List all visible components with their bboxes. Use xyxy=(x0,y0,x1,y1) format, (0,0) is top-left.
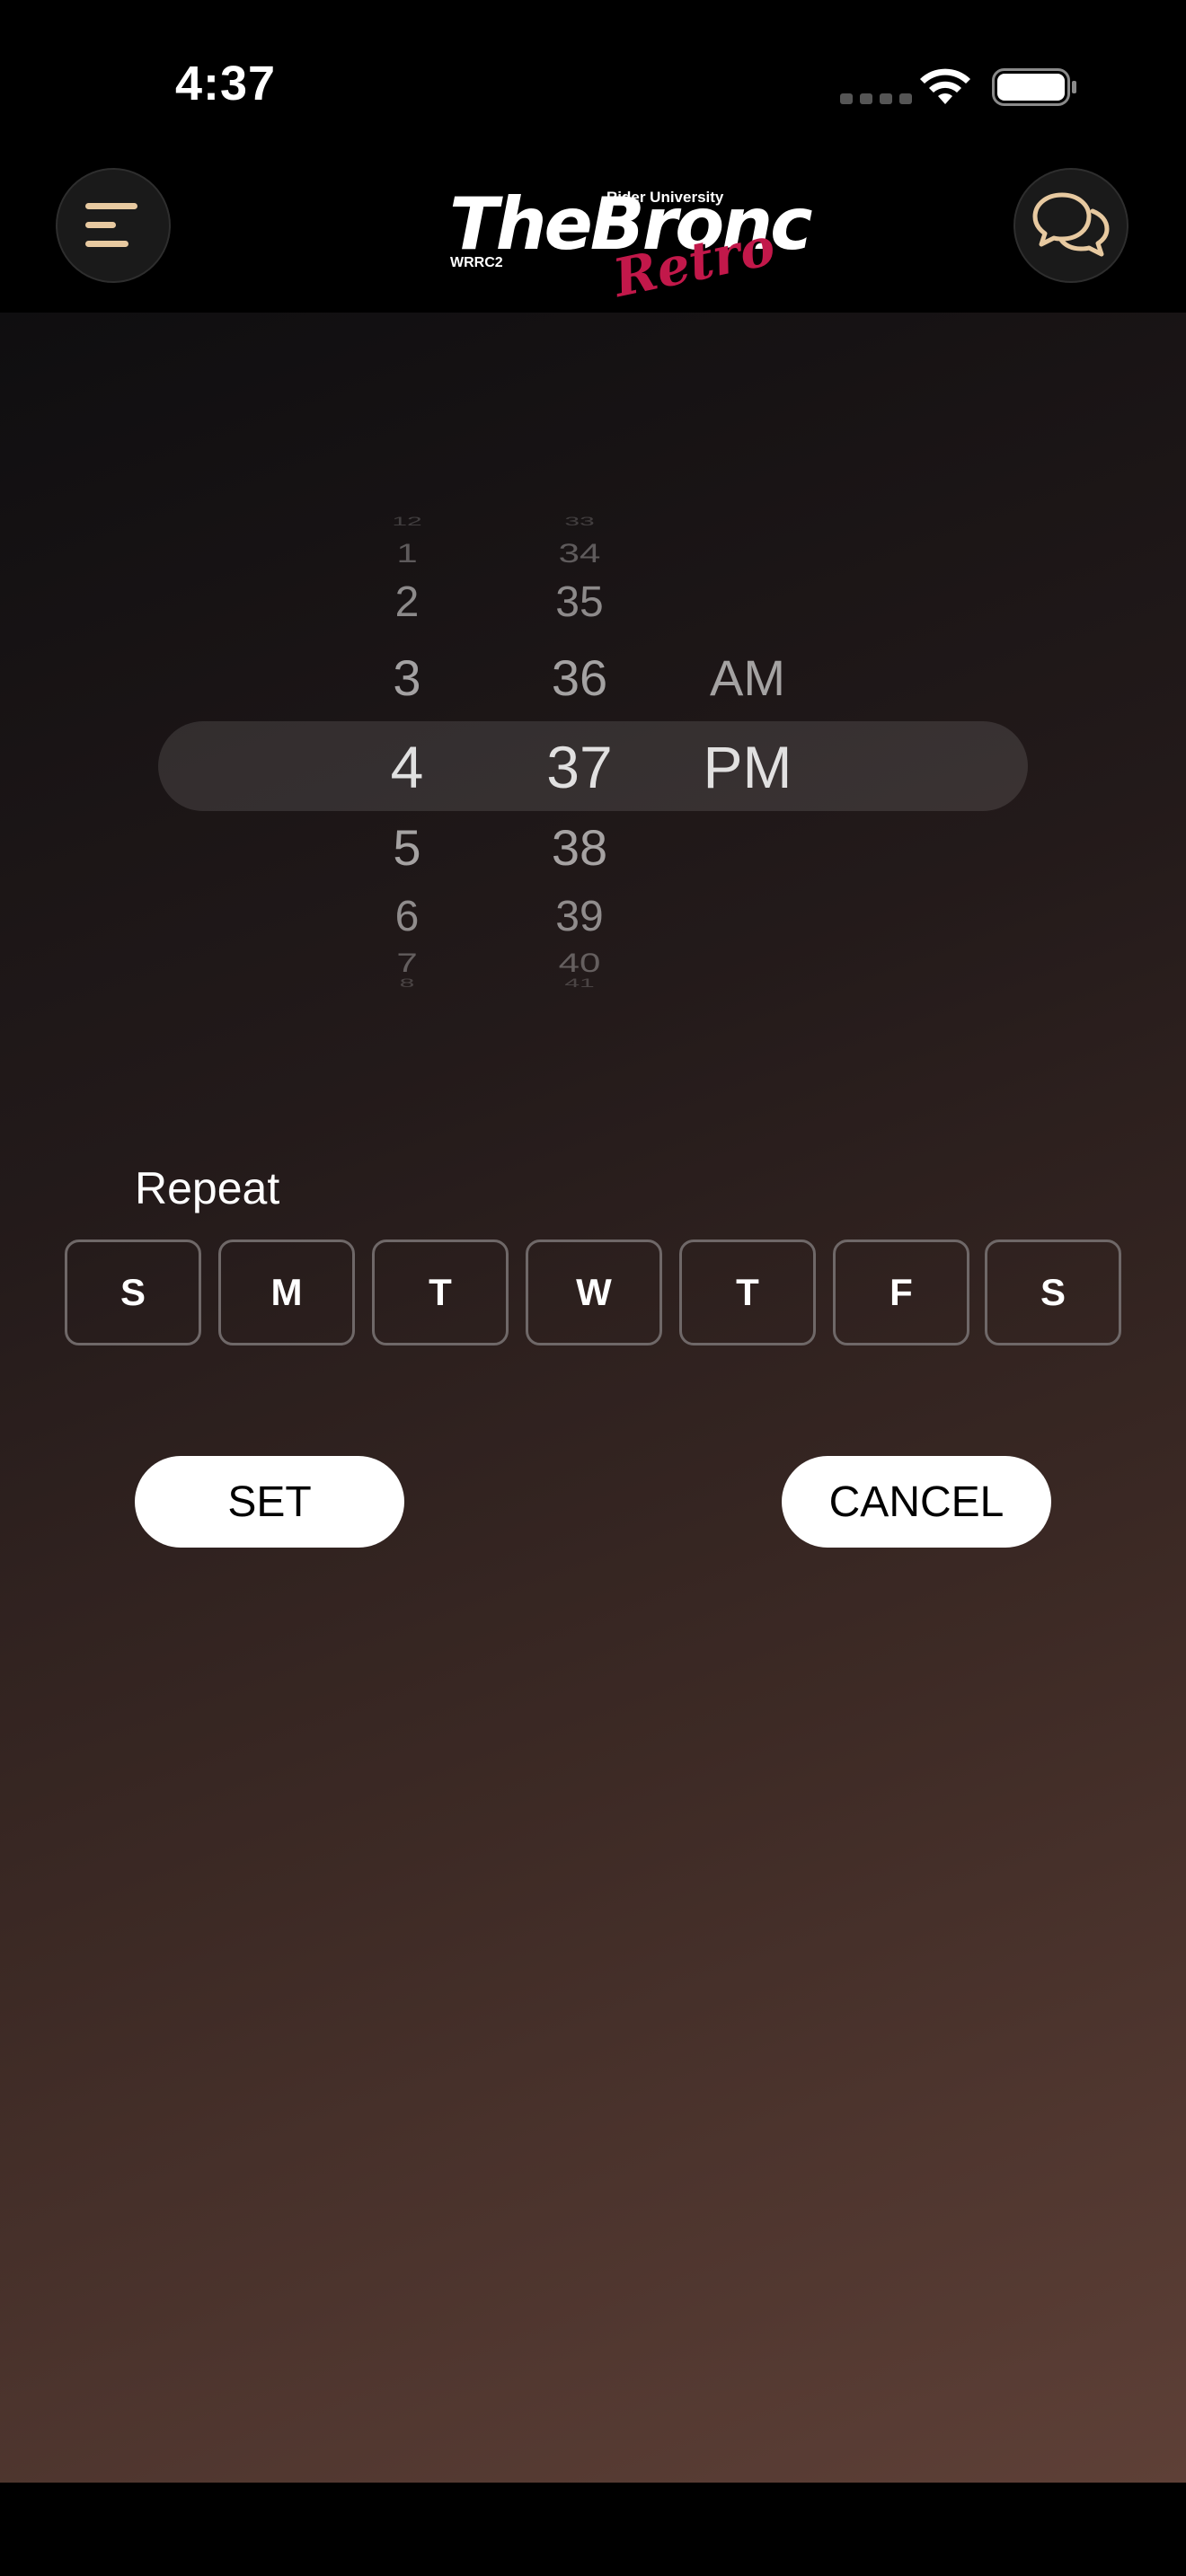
main-content: 12 1 2 3 4 5 6 7 8 33 34 35 36 37 38 39 … xyxy=(0,313,1186,2483)
picker-minute-option[interactable]: 35 xyxy=(555,578,603,627)
picker-hour-option[interactable]: 2 xyxy=(395,578,420,627)
picker-minute-option[interactable]: 39 xyxy=(555,892,603,941)
picker-hour-option[interactable]: 5 xyxy=(393,818,420,877)
wifi-icon xyxy=(920,68,970,104)
logo-university-text: Rider University xyxy=(606,189,724,206)
day-toggle-friday[interactable]: F xyxy=(833,1239,969,1345)
picker-hour-option[interactable]: 8 xyxy=(400,976,415,990)
picker-minute-option[interactable]: 40 xyxy=(559,948,601,978)
logo-callsign-text: WRRC2 xyxy=(450,255,503,270)
status-bar: 4:37 xyxy=(0,0,1186,171)
day-toggle-saturday[interactable]: S xyxy=(985,1239,1121,1345)
bottom-bar xyxy=(0,2483,1186,2576)
menu-button[interactable] xyxy=(56,168,171,283)
set-button[interactable]: SET xyxy=(135,1456,404,1548)
repeat-label: Repeat xyxy=(135,1163,280,1213)
picker-am-option[interactable]: AM xyxy=(710,648,785,707)
picker-minute-selected[interactable]: 37 xyxy=(546,733,612,801)
picker-hour-option[interactable]: 6 xyxy=(395,892,420,941)
picker-hour-option[interactable]: 1 xyxy=(396,538,417,569)
picker-minute-option[interactable]: 34 xyxy=(559,538,601,569)
picker-hour-selected[interactable]: 4 xyxy=(391,733,424,801)
day-toggle-sunday[interactable]: S xyxy=(65,1239,201,1345)
chat-bubbles-icon xyxy=(1032,192,1110,257)
day-toggle-wednesday[interactable]: W xyxy=(526,1239,662,1345)
picker-hour-option[interactable]: 3 xyxy=(393,648,420,707)
day-toggle-tuesday[interactable]: T xyxy=(372,1239,509,1345)
menu-icon xyxy=(85,203,137,247)
picker-pm-selected[interactable]: PM xyxy=(704,733,792,801)
day-toggle-monday[interactable]: M xyxy=(218,1239,355,1345)
chat-button[interactable] xyxy=(1013,168,1128,283)
picker-minute-option[interactable]: 33 xyxy=(564,515,594,528)
picker-minute-option[interactable]: 41 xyxy=(564,976,594,990)
time-picker[interactable]: 12 1 2 3 4 5 6 7 8 33 34 35 36 37 38 39 … xyxy=(0,515,1186,995)
app-logo: TheBronc Rider University WRRC2 Retro xyxy=(449,176,813,310)
cancel-button[interactable]: CANCEL xyxy=(782,1456,1051,1548)
picker-minute-option[interactable]: 36 xyxy=(552,648,607,707)
status-time: 4:37 xyxy=(175,57,277,110)
picker-hour-option[interactable]: 7 xyxy=(396,948,417,978)
picker-minute-option[interactable]: 38 xyxy=(552,818,607,877)
day-toggle-thursday[interactable]: T xyxy=(679,1239,816,1345)
battery-icon xyxy=(992,68,1076,106)
app-header: TheBronc Rider University WRRC2 Retro xyxy=(0,162,1186,313)
cellular-signal-icon xyxy=(840,93,912,104)
picker-hour-option[interactable]: 12 xyxy=(392,515,421,528)
